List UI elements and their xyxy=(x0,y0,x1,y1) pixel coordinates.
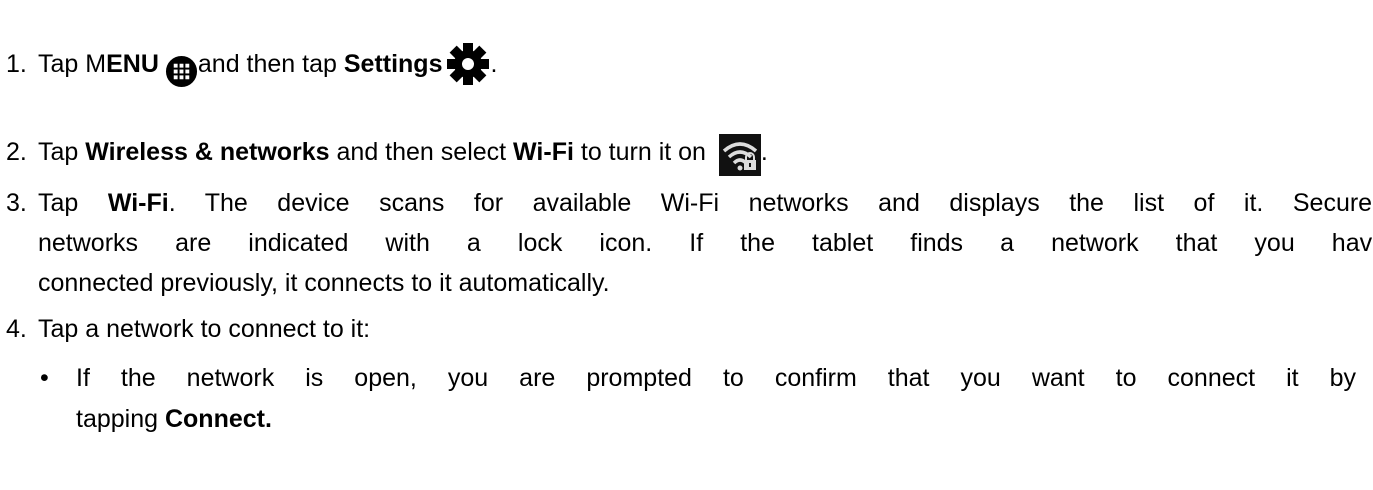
step-number: 3. xyxy=(6,189,27,217)
step-text-line-2: networks are indicated with a lock icon.… xyxy=(38,229,1373,257)
step-text: Tap a network to connect to it: xyxy=(38,315,371,343)
step-number: 4. xyxy=(6,315,27,343)
step-number: 2. xyxy=(6,138,27,166)
step-number: 1. xyxy=(6,50,27,78)
step-text-line-1: Tap Wi-Fi. The device scans for availabl… xyxy=(38,189,1373,217)
menu-grid-icon xyxy=(165,55,197,88)
bullet-symbol: • xyxy=(40,364,49,392)
step-text: Tap Wireless & networks and then select … xyxy=(38,122,768,182)
step-text: Tap MENU and then tap Settings . xyxy=(38,34,497,94)
wifi-lock-icon xyxy=(718,134,761,176)
step-text-line-3: connected previously, it connects to it … xyxy=(38,269,610,297)
bullet-text-line-2: tapping Connect. xyxy=(76,405,272,433)
gear-icon xyxy=(447,43,490,85)
bullet-text-line-1: If the network is open, you are prompted… xyxy=(76,364,1356,392)
